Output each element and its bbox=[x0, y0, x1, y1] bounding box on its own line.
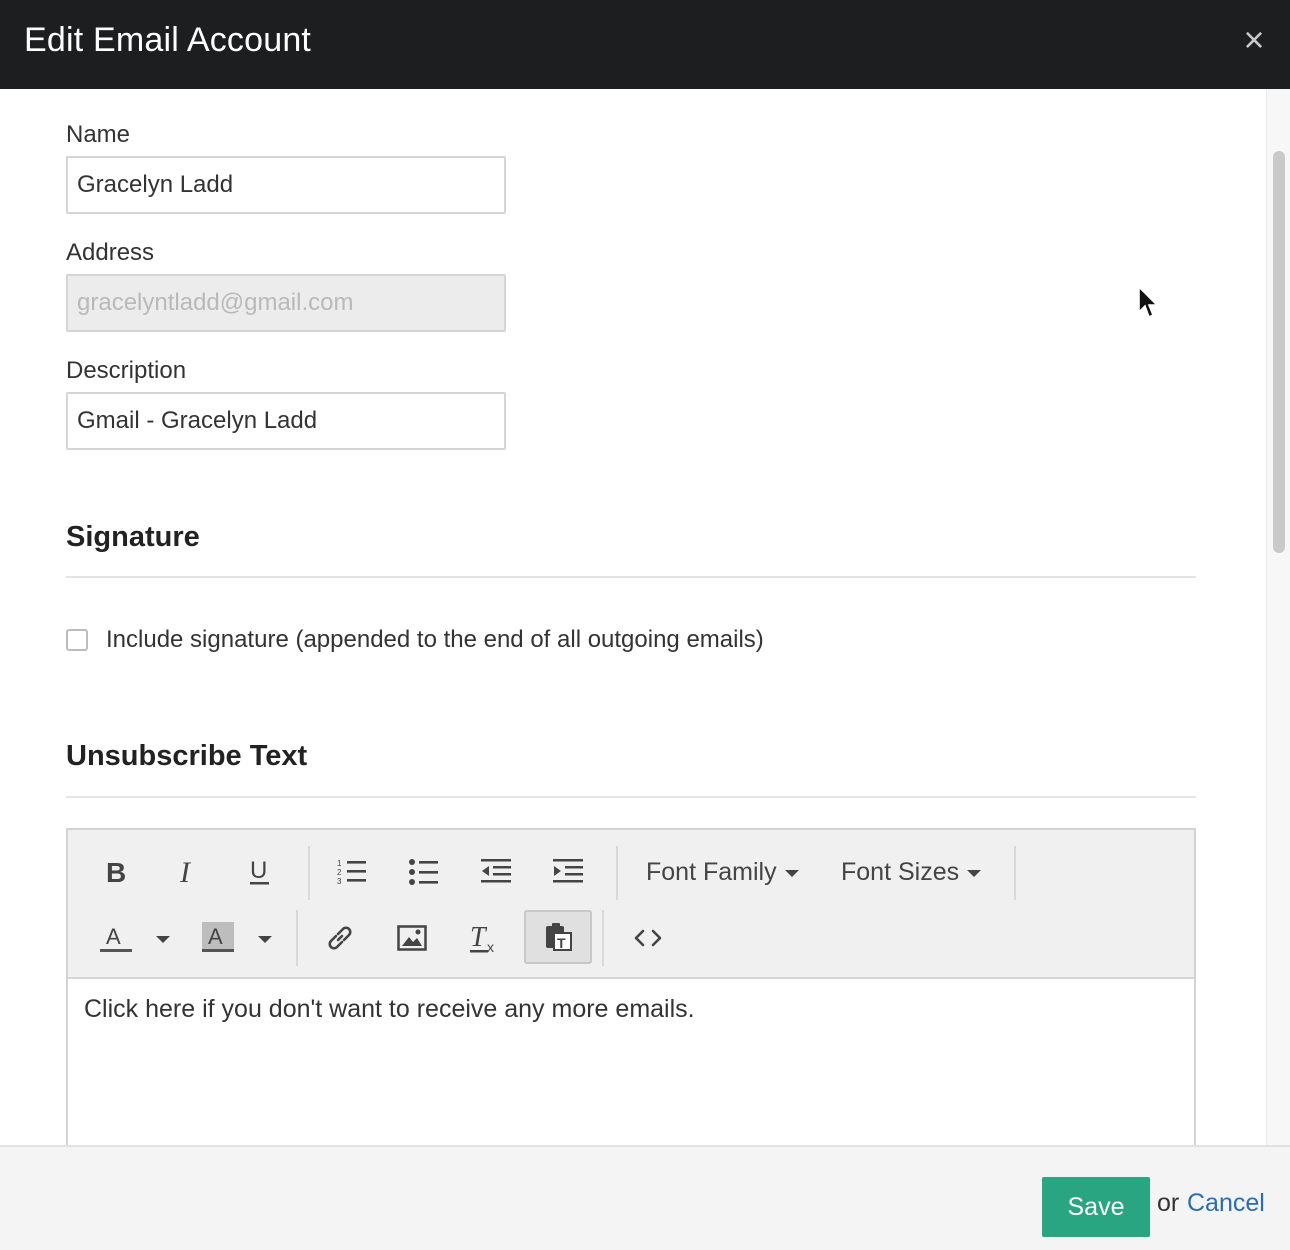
save-button[interactable]: Save bbox=[1042, 1177, 1150, 1237]
editor-toolbar: B I U 1 2 3 Font Family Font Sizes A A T… bbox=[68, 830, 1194, 979]
font-family-label: Font Family bbox=[646, 858, 777, 886]
text-color-icon[interactable]: A bbox=[94, 916, 138, 960]
scrollbar[interactable] bbox=[1266, 89, 1290, 1145]
rich-text-editor: B I U 1 2 3 Font Family Font Sizes A A T… bbox=[66, 828, 1196, 1145]
chevron-down-icon bbox=[967, 869, 982, 877]
chevron-down-icon bbox=[784, 869, 799, 877]
svg-text:x: x bbox=[487, 939, 494, 954]
svg-text:A: A bbox=[106, 924, 121, 949]
link-icon[interactable] bbox=[318, 916, 362, 960]
modal-title: Edit Email Account bbox=[24, 21, 312, 59]
modal-header: Edit Email Account × bbox=[0, 0, 1290, 89]
svg-text:2: 2 bbox=[337, 868, 342, 877]
source-code-icon[interactable] bbox=[626, 916, 670, 960]
address-field bbox=[66, 274, 506, 332]
text-color-dropdown-icon[interactable] bbox=[156, 936, 170, 943]
name-field[interactable] bbox=[66, 156, 506, 214]
toolbar-separator bbox=[616, 846, 618, 900]
indent-icon[interactable] bbox=[546, 850, 590, 894]
font-sizes-dropdown[interactable]: Font Sizes bbox=[841, 857, 982, 887]
image-icon[interactable] bbox=[390, 916, 434, 960]
svg-text:3: 3 bbox=[337, 877, 342, 886]
scrollbar-thumb[interactable] bbox=[1273, 151, 1285, 553]
background-color-dropdown-icon[interactable] bbox=[258, 936, 272, 943]
ordered-list-icon[interactable]: 1 2 3 bbox=[330, 850, 374, 894]
svg-text:I: I bbox=[179, 858, 192, 886]
italic-icon[interactable]: I bbox=[166, 850, 210, 894]
modal-body: Name Address Description Signature Inclu… bbox=[0, 89, 1266, 1145]
cancel-link[interactable]: Cancel bbox=[1187, 1189, 1265, 1218]
underline-icon[interactable]: U bbox=[238, 850, 282, 894]
close-icon[interactable]: × bbox=[1238, 22, 1270, 58]
or-text: or bbox=[1157, 1189, 1180, 1217]
description-field[interactable] bbox=[66, 392, 506, 450]
address-label: Address bbox=[66, 239, 155, 266]
svg-text:T: T bbox=[557, 935, 566, 951]
include-signature-label[interactable]: Include signature (appended to the end o… bbox=[106, 626, 764, 654]
bold-icon[interactable]: B bbox=[94, 850, 138, 894]
include-signature-checkbox[interactable] bbox=[66, 629, 88, 651]
toolbar-separator bbox=[308, 846, 310, 900]
divider bbox=[66, 796, 1196, 798]
bullet-list-icon[interactable] bbox=[402, 850, 446, 894]
svg-text:1: 1 bbox=[337, 859, 342, 868]
font-family-dropdown[interactable]: Font Family bbox=[646, 857, 799, 887]
svg-text:B: B bbox=[106, 858, 126, 886]
svg-text:T: T bbox=[470, 922, 488, 953]
description-label: Description bbox=[66, 357, 187, 384]
toolbar-separator bbox=[296, 910, 298, 966]
background-color-icon[interactable]: A bbox=[196, 916, 240, 960]
unsubscribe-heading: Unsubscribe Text bbox=[66, 740, 308, 772]
toolbar-separator bbox=[602, 910, 604, 966]
toolbar-separator bbox=[1014, 846, 1016, 900]
svg-text:A: A bbox=[208, 924, 223, 949]
divider bbox=[66, 576, 1196, 578]
paste-text-icon[interactable]: T bbox=[524, 910, 592, 964]
editor-content[interactable]: Click here if you don't want to receive … bbox=[84, 994, 695, 1024]
name-label: Name bbox=[66, 121, 131, 148]
signature-heading: Signature bbox=[66, 521, 200, 553]
modal-footer: Save or Cancel bbox=[0, 1145, 1290, 1250]
outdent-icon[interactable] bbox=[474, 850, 518, 894]
clear-format-icon[interactable]: Tx bbox=[462, 916, 506, 960]
font-sizes-label: Font Sizes bbox=[841, 858, 960, 886]
mouse-cursor-icon bbox=[1138, 285, 1160, 325]
svg-text:U: U bbox=[250, 857, 267, 884]
